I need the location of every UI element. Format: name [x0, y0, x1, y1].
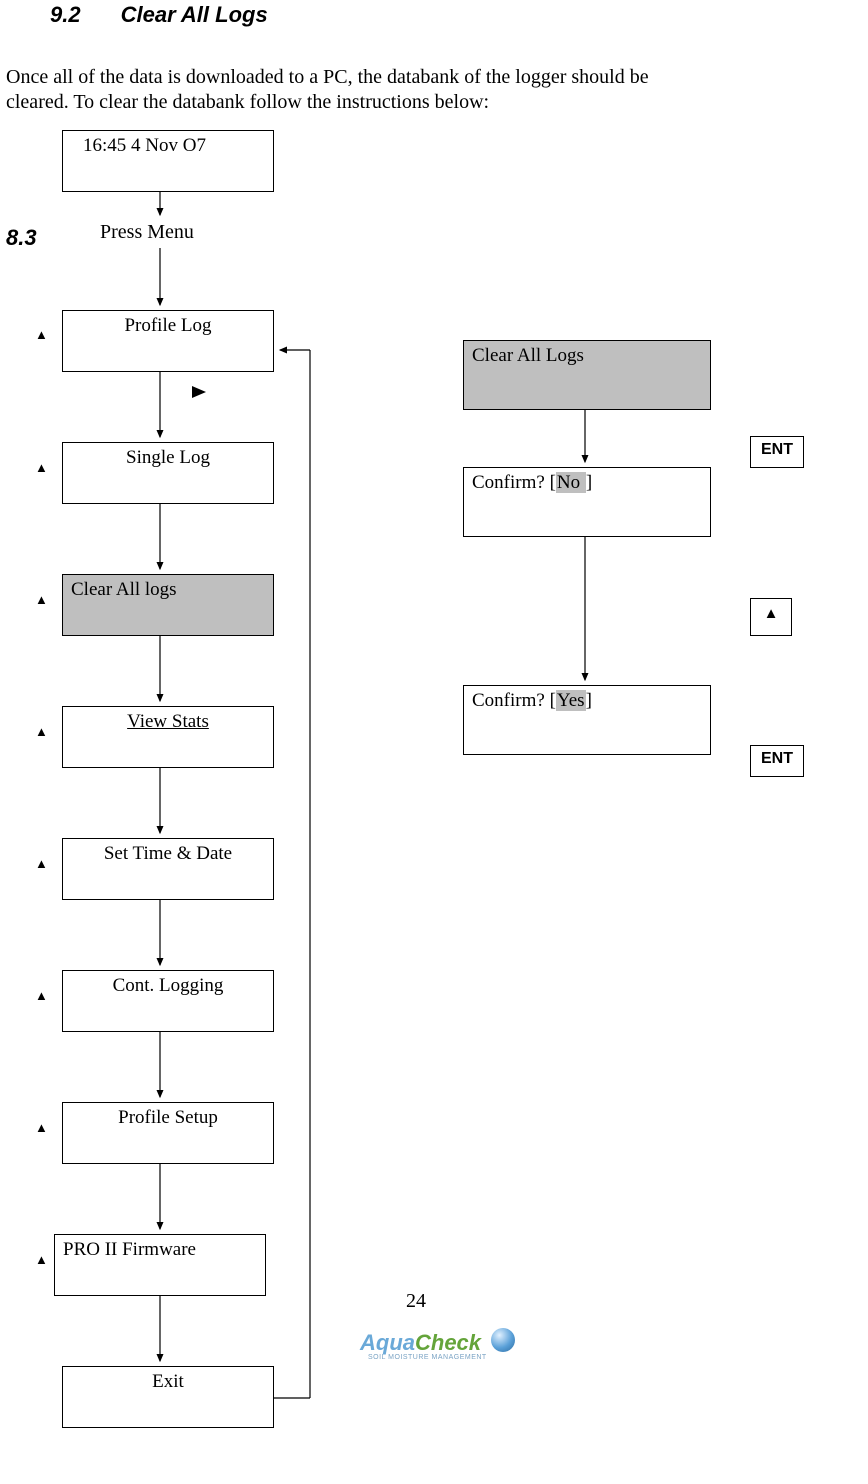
- screen-home-text: 16:45 4 Nov O7: [71, 135, 265, 157]
- up-arrow-icon: ▲: [35, 592, 48, 607]
- globe-icon: [491, 1328, 515, 1352]
- up-arrow-icon: ▲: [35, 724, 48, 739]
- screen-confirm-no: Confirm? [No ]: [463, 467, 711, 537]
- aquacheck-logo: AquaCheck SOIL MOISTURE MANAGEMENT: [360, 1330, 487, 1361]
- menu-item-clear-all-logs: Clear All logs: [62, 574, 274, 636]
- menu-item-pro2-firmware: PRO II Firmware: [54, 1234, 266, 1296]
- menu-label: Set Time & Date: [71, 843, 265, 865]
- menu-item-single-log: Single Log: [62, 442, 274, 504]
- confirm-question: Confirm? [: [472, 690, 556, 711]
- menu-label: Exit: [71, 1371, 265, 1393]
- confirm-no-text: Confirm? [No ]: [472, 472, 702, 494]
- menu-item-profile-setup: Profile Setup: [62, 1102, 274, 1164]
- up-arrow-icon: ▲: [35, 856, 48, 871]
- menu-item-set-time-date: Set Time & Date: [62, 838, 274, 900]
- menu-item-exit: Exit: [62, 1366, 274, 1428]
- menu-label: Clear All logs: [71, 579, 265, 601]
- confirm-bracket: ]: [586, 690, 592, 711]
- up-button[interactable]: ▲: [750, 598, 792, 636]
- up-arrow-icon: ▲: [35, 1120, 48, 1135]
- logo-check: Check: [415, 1330, 481, 1355]
- logo-aqua: Aqua: [360, 1330, 415, 1355]
- up-arrow-icon: ▲: [35, 460, 48, 475]
- press-menu-label: Press Menu: [100, 221, 194, 244]
- screen-label: Clear All Logs: [472, 345, 702, 367]
- menu-item-view-stats: View Stats: [62, 706, 274, 768]
- up-arrow-icon: ▲: [35, 1252, 48, 1267]
- menu-label: Profile Setup: [71, 1107, 265, 1129]
- screen-confirm-yes: Confirm? [Yes]: [463, 685, 711, 755]
- menu-item-profile-log: Profile Log: [62, 310, 274, 372]
- up-arrow-icon: ▲: [35, 327, 48, 342]
- ent-button[interactable]: ENT: [750, 745, 804, 777]
- menu-label: Cont. Logging: [71, 975, 265, 997]
- menu-label: PRO II Firmware: [63, 1239, 257, 1261]
- ent-button[interactable]: ENT: [750, 436, 804, 468]
- section-title: Clear All Logs: [121, 2, 268, 27]
- confirm-question: Confirm? [: [472, 472, 556, 493]
- ent-label: ENT: [761, 441, 793, 458]
- confirm-yes-text: Confirm? [Yes]: [472, 690, 702, 712]
- page-number: 24: [406, 1290, 426, 1313]
- screen-clear-all-logs: Clear All Logs: [463, 340, 711, 410]
- confirm-bracket: ]: [586, 472, 592, 493]
- intro-paragraph: Once all of the data is downloaded to a …: [6, 65, 866, 115]
- up-arrow-icon: ▲: [764, 605, 779, 622]
- logo-subtitle: SOIL MOISTURE MANAGEMENT: [368, 1354, 487, 1361]
- menu-label: Single Log: [71, 447, 265, 469]
- section-number: 9.2: [50, 2, 81, 27]
- menu-label: Profile Log: [71, 315, 265, 337]
- menu-item-cont-logging: Cont. Logging: [62, 970, 274, 1032]
- menu-label: View Stats: [71, 711, 265, 733]
- side-section-number: 8.3: [6, 225, 37, 251]
- screen-home: 16:45 4 Nov O7: [62, 130, 274, 192]
- ent-label: ENT: [761, 750, 793, 767]
- up-arrow-icon: ▲: [35, 988, 48, 1003]
- confirm-value: No: [556, 472, 586, 493]
- section-heading: 9.2 Clear All Logs: [50, 2, 268, 28]
- confirm-value: Yes: [556, 690, 586, 711]
